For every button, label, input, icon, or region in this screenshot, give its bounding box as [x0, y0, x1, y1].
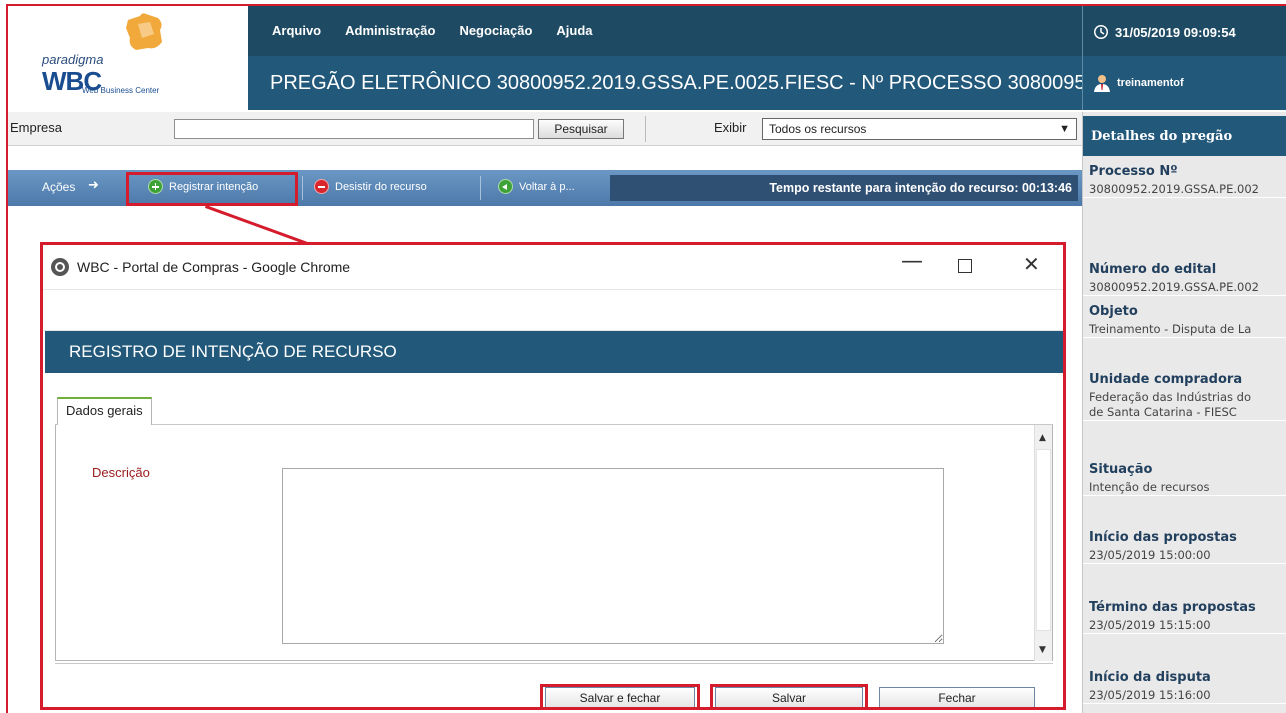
detail-situacao: Situação Intenção de recursos: [1083, 462, 1286, 496]
detail-value: 30800952.2019.GSSA.PE.002: [1089, 280, 1259, 294]
desistir-recurso-button[interactable]: Desistir do recurso: [314, 179, 427, 194]
datetime-bar: 31/05/2019 09:09:54: [1082, 6, 1286, 58]
registro-intencao-modal: WBC - Portal de Compras - Google Chrome …: [40, 242, 1066, 710]
detail-label: Número do edital: [1089, 262, 1217, 277]
globe-icon: [51, 258, 69, 276]
close-icon[interactable]: ✕: [1023, 252, 1040, 276]
maximize-icon[interactable]: [958, 259, 972, 273]
user-icon: [1094, 75, 1110, 92]
user-name: treinamentof: [1117, 77, 1184, 89]
detail-value-line2: de Santa Catarina - FIESC: [1089, 405, 1237, 419]
detail-label: Processo Nº: [1089, 164, 1178, 179]
vertical-scrollbar[interactable]: ▲ ▼: [1034, 425, 1052, 661]
back-circle-icon: [498, 179, 513, 194]
process-title-bar: PREGÃO ELETRÔNICO 30800952.2019.GSSA.PE.…: [248, 56, 1082, 110]
tabstrip: Dados gerais: [55, 397, 1053, 425]
logo[interactable]: paradigma WBC Web Business Center: [8, 6, 248, 110]
user-bar[interactable]: treinamentof: [1082, 56, 1286, 110]
arrow-right-icon: ➜: [88, 178, 99, 193]
detail-unidade: Unidade compradora Federação das Indústr…: [1083, 372, 1286, 421]
menu-items: Arquivo Administração Negociação Ajuda: [248, 6, 1082, 54]
detail-inicio-disputa: Início da disputa 23/05/2019 15:16:00: [1083, 670, 1286, 704]
detail-termino-propostas: Término das propostas 23/05/2019 15:15:0…: [1083, 600, 1286, 634]
detail-value: Treinamento - Disputa de La: [1089, 322, 1252, 336]
empresa-input[interactable]: [174, 119, 534, 139]
detail-value: 23/05/2019 15:00:00: [1089, 548, 1211, 562]
modal-header-title: REGISTRO DE INTENÇÃO DE RECURSO: [69, 342, 397, 361]
menu-ajuda[interactable]: Ajuda: [556, 23, 592, 38]
puzzle-logo-icon: [126, 13, 162, 51]
salvar-highlight-frame: [710, 684, 868, 707]
filter-divider: [645, 116, 646, 142]
footer-divider: [55, 663, 1053, 664]
clock-icon: [1094, 25, 1108, 39]
empresa-label: Empresa: [10, 120, 63, 135]
timer-box: Tempo restante para intenção do recurso:…: [610, 175, 1078, 201]
details-title: Detalhes do pregão: [1083, 116, 1286, 156]
voltar-button[interactable]: Voltar à p...: [498, 179, 575, 194]
detail-edital: Número do edital 30800952.2019.GSSA.PE.0…: [1083, 262, 1286, 296]
remove-circle-icon: [314, 179, 329, 194]
minimize-icon[interactable]: —: [901, 249, 923, 274]
tab-dados-gerais[interactable]: Dados gerais: [57, 397, 152, 425]
detail-value: 30800952.2019.GSSA.PE.002: [1089, 182, 1259, 196]
detail-value: Federação das Indústrias do: [1089, 390, 1251, 404]
menu-administracao[interactable]: Administração: [345, 23, 435, 38]
exibir-label: Exibir: [714, 120, 747, 135]
pesquisar-button[interactable]: Pesquisar: [538, 119, 624, 139]
action-divider: [480, 176, 481, 200]
exibir-select[interactable]: Todos os recursos ▼: [762, 118, 1077, 140]
menu-negociacao[interactable]: Negociação: [459, 23, 532, 38]
details-panel: Detalhes do pregão Processo Nº 30800952.…: [1082, 112, 1286, 713]
descricao-textarea[interactable]: [282, 468, 944, 644]
detail-label: Início das propostas: [1089, 530, 1237, 545]
detail-value: 23/05/2019 15:16:00: [1089, 688, 1211, 702]
fechar-button[interactable]: Fechar: [879, 687, 1035, 707]
scroll-up-icon[interactable]: ▲: [1039, 433, 1046, 443]
dropdown-arrow-icon: ▼: [1059, 123, 1070, 135]
detail-label: Término das propostas: [1089, 600, 1256, 615]
detail-label: Objeto: [1089, 304, 1138, 319]
detail-label: Situação: [1089, 462, 1153, 477]
scroll-thumb[interactable]: [1036, 449, 1051, 631]
salvar-fechar-highlight-frame: [540, 684, 700, 707]
modal-blank-band: [43, 289, 1063, 331]
detail-label: Início da disputa: [1089, 670, 1211, 685]
logo-subtitle-text: Web Business Center: [82, 86, 160, 95]
process-title: PREGÃO ELETRÔNICO 30800952.2019.GSSA.PE.…: [270, 71, 1082, 94]
detail-value: 23/05/2019 15:15:00: [1089, 618, 1211, 632]
timer-text: Tempo restante para intenção do recurso:…: [769, 181, 1072, 195]
detail-value: Intenção de recursos: [1089, 480, 1210, 494]
acoes-label: Ações: [42, 180, 76, 194]
tab-panel: Descrição ▲ ▼: [55, 425, 1053, 661]
filter-row: Empresa Pesquisar Exibir Todos os recurs…: [8, 112, 1082, 146]
detail-processo: Processo Nº 30800952.2019.GSSA.PE.002: [1083, 164, 1286, 198]
descricao-label: Descrição: [92, 465, 150, 480]
exibir-selected-value: Todos os recursos: [769, 122, 867, 136]
datetime-text: 31/05/2019 09:09:54: [1115, 24, 1236, 40]
modal-header: REGISTRO DE INTENÇÃO DE RECURSO: [45, 331, 1063, 373]
registrar-highlight-frame: [126, 172, 298, 206]
menu-arquivo[interactable]: Arquivo: [272, 23, 321, 38]
detail-inicio-propostas: Início das propostas 23/05/2019 15:00:00: [1083, 530, 1286, 564]
detail-label: Unidade compradora: [1089, 372, 1243, 387]
modal-window-title: WBC - Portal de Compras - Google Chrome: [77, 259, 351, 275]
desistir-recurso-label: Desistir do recurso: [335, 180, 427, 193]
scroll-down-icon[interactable]: ▼: [1039, 645, 1046, 655]
logo-paradigma-text: paradigma: [42, 52, 104, 67]
action-divider: [302, 176, 303, 200]
voltar-label: Voltar à p...: [519, 180, 575, 193]
detail-objeto: Objeto Treinamento - Disputa de La: [1083, 304, 1286, 338]
